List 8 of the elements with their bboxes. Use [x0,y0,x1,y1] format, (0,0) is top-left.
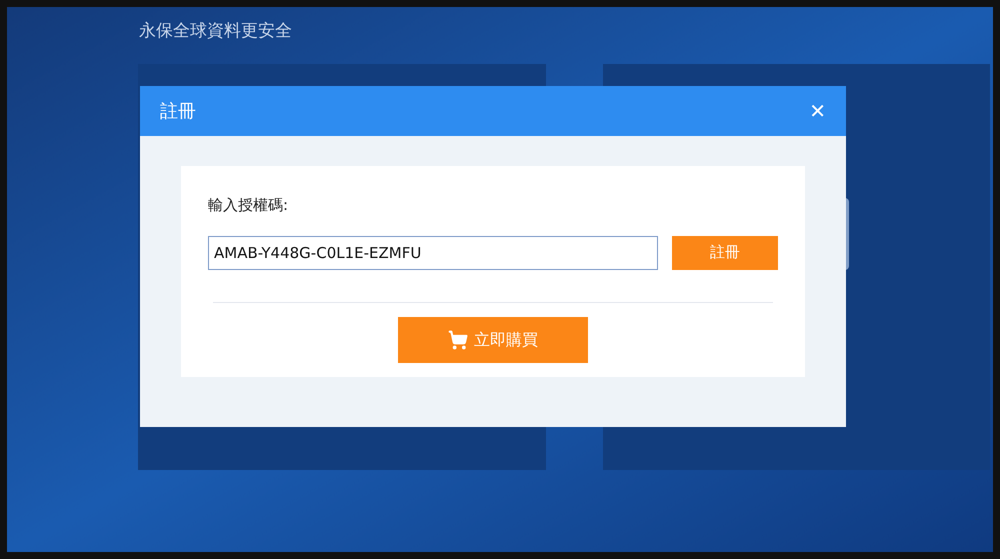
dialog-title: 註冊 [160,100,196,124]
license-code-field[interactable]: AMAB-Y448G-C0L1E-EZMFU [208,236,658,270]
register-button[interactable]: 註冊 [672,236,778,270]
close-button[interactable]: ✕ [809,101,826,121]
cart-icon [448,330,468,350]
page-heading: 永保全球資料更安全 [139,21,292,41]
field-label: 輸入授權碼: [208,195,290,216]
buy-now-button[interactable]: 立即購買 [398,316,588,362]
